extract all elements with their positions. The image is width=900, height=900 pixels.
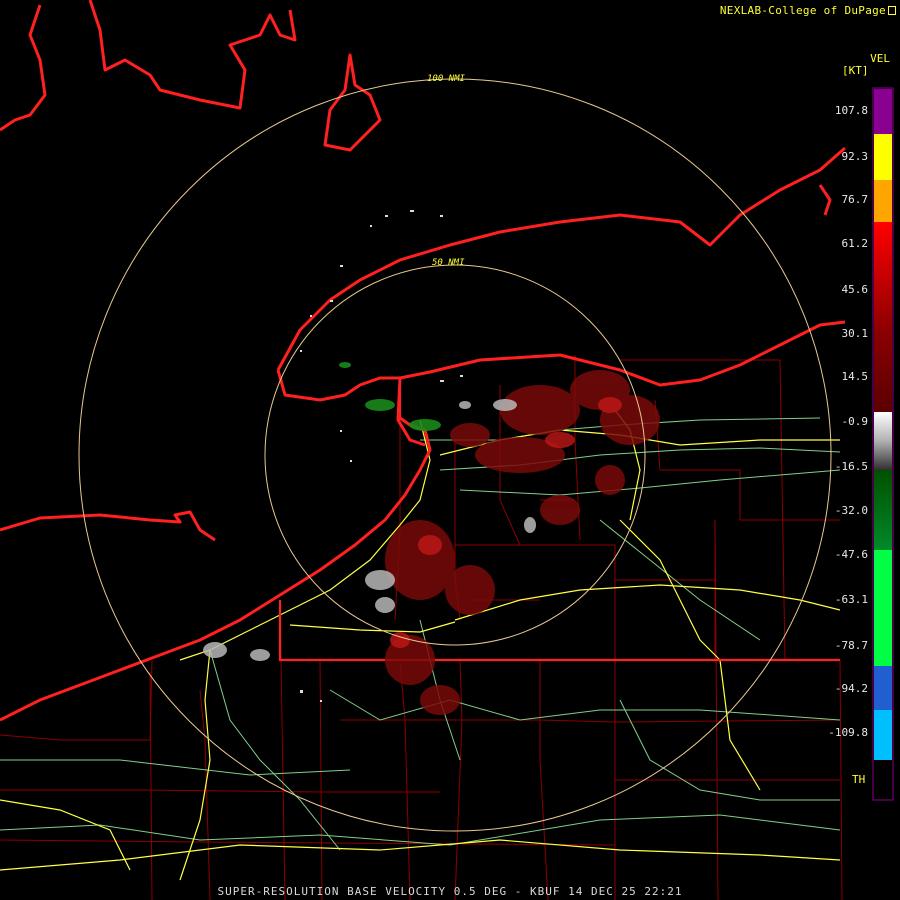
ring-label-outer: 100 NMI: [427, 74, 465, 84]
scale-tick: -109.8: [828, 726, 868, 739]
scale-tick: 30.1: [841, 327, 869, 340]
scale-tick: -63.1: [834, 593, 868, 606]
external-link-icon: [888, 6, 896, 15]
scale-tick: 45.6: [841, 283, 869, 296]
scale-tick: -0.9: [841, 415, 869, 428]
scale-tick: 61.2: [841, 237, 869, 250]
scale-tick: -32.0: [834, 504, 868, 517]
credit-label: NEXLAB-College of DuPage: [720, 4, 896, 17]
scale-tick: 14.5: [841, 370, 869, 383]
scale-tick: 107.8: [834, 104, 868, 117]
scale-tick: -47.6: [834, 548, 868, 561]
radar-map: [0, 0, 900, 900]
scale-tick: 92.3: [841, 150, 869, 163]
velocity-scale-bar: [872, 87, 894, 801]
unit-label: [KT]: [842, 64, 869, 77]
threshold-label: TH: [852, 773, 866, 786]
scale-tick: -16.5: [834, 460, 868, 473]
product-code-label: VEL: [870, 52, 890, 65]
scale-tick: -78.7: [834, 639, 868, 652]
scale-tick: -94.2: [834, 682, 868, 695]
product-caption: SUPER-RESOLUTION BASE VELOCITY 0.5 DEG -…: [217, 885, 683, 898]
ring-label-inner: 50 NMI: [432, 258, 465, 268]
scale-tick: 76.7: [841, 193, 869, 206]
credit-text: NEXLAB-College of DuPage: [719, 4, 886, 17]
